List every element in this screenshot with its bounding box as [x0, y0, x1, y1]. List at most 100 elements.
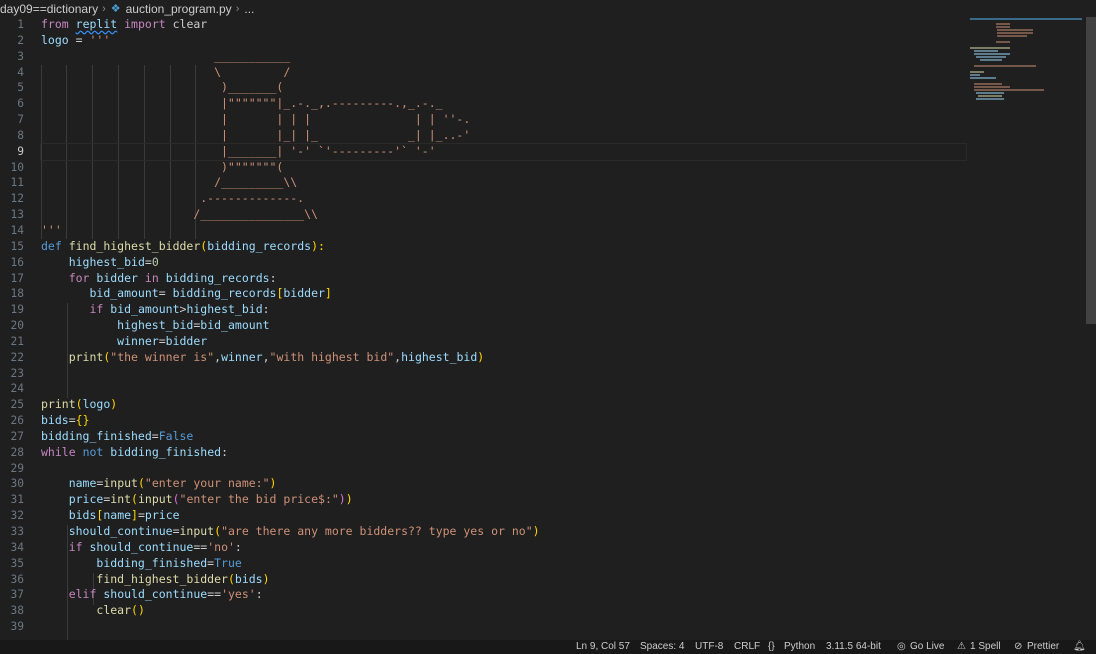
code-token: True [214, 555, 242, 570]
code-line[interactable]: logo = ''' [41, 33, 966, 49]
indentation-setting[interactable]: Spaces: 4 [640, 640, 684, 654]
code-line[interactable]: )_______( [41, 80, 966, 96]
warning-icon: ⚠ [957, 641, 966, 652]
minimap[interactable] [970, 17, 1082, 127]
notification-bell-icon[interactable]: 🔔︎ [1073, 640, 1086, 654]
code-line[interactable]: ''' [41, 223, 966, 239]
line-number: 19 [10, 303, 24, 317]
code-line[interactable]: .-------------. [41, 191, 966, 207]
python-interpreter[interactable]: 3.11.5 64-bit [826, 640, 881, 654]
code-line[interactable]: print(logo) [41, 397, 966, 413]
code-line[interactable]: winner=bidder [41, 334, 966, 350]
code-token: bidding_finished [41, 428, 152, 443]
code-line[interactable]: highest_bid=bid_amount [41, 318, 966, 334]
code-line[interactable]: bids[name]=price [41, 508, 966, 524]
eol-setting[interactable]: CRLF [734, 640, 760, 654]
status-bar: Ln 9, Col 57 Spaces: 4 UTF-8 CRLF {} Pyt… [0, 640, 1096, 654]
code-line[interactable]: /_________\\ [41, 175, 966, 191]
prettier-status[interactable]: Prettier [1027, 640, 1059, 654]
code-line[interactable] [41, 366, 966, 382]
code-token: | |_| |_ _| |_..-' [41, 127, 471, 142]
code-line[interactable]: price=int(input("enter the bid price$:")… [41, 492, 966, 508]
code-line[interactable]: name=input("enter your name:") [41, 476, 966, 492]
breadcrumb-folder[interactable]: day09==dictionary [0, 2, 98, 16]
breadcrumb-file[interactable]: auction_program.py [126, 2, 232, 16]
vertical-scrollbar[interactable] [1086, 17, 1096, 640]
line-number: 39 [10, 620, 24, 634]
code-token: = [68, 413, 76, 428]
code-line[interactable]: | |_| |_ _| |_..-' [41, 128, 966, 144]
code-token: bidding_records [207, 238, 312, 253]
code-token: | | | | | | ''-. [41, 112, 471, 127]
code-line[interactable]: elif should_continue=='yes': [41, 587, 966, 603]
code-token: : [234, 539, 242, 554]
code-token: == [207, 587, 222, 602]
code-line[interactable]: | | | | | | ''-. [41, 112, 966, 128]
code-line[interactable]: highest_bid=0 [41, 255, 966, 271]
line-number: 29 [10, 461, 24, 475]
line-number: 23 [10, 366, 24, 380]
spell-check-status[interactable]: 1 Spell [970, 640, 1001, 654]
code-token: int [110, 492, 132, 507]
code-line[interactable]: bids={} [41, 413, 966, 429]
prettier-icon: ⊘ [1014, 641, 1023, 652]
line-number: 7 [17, 113, 24, 127]
code-editor[interactable]: 1 2 3 4 5 6 7 8 9 10 11 12 13 14 15 16 17 18 19 20 21 22 23 24 2… [0, 17, 1086, 640]
line-number-gutter: 1 2 3 4 5 6 7 8 9 10 11 12 13 14 15 16 17 18 19 20 21 22 23 24 2… [0, 17, 24, 635]
code-line[interactable]: def find_highest_bidder(bidding_records)… [41, 239, 966, 255]
code-token: def [41, 238, 62, 253]
code-lines[interactable]: from replit import clear logo = ''' _____… [40, 17, 967, 635]
code-line[interactable]: /_______________\\ [41, 207, 966, 223]
code-token: input [137, 492, 173, 507]
code-token: "with highest bid" [269, 349, 395, 364]
code-line[interactable]: find_highest_bidder(bids) [41, 572, 966, 588]
code-token: "the winner is" [110, 349, 215, 364]
go-live-button[interactable]: Go Live [910, 640, 944, 654]
code-token: for [68, 270, 90, 285]
code-token: highest_bid [401, 349, 478, 364]
line-number: 22 [10, 350, 24, 364]
code-token: highest_bid [117, 318, 194, 333]
code-line[interactable]: \ / [41, 65, 966, 81]
code-line[interactable]: )"""""""( [41, 160, 966, 176]
code-line[interactable]: |"""""""|_.-._,.---------.,_.-._ [41, 96, 966, 112]
code-line[interactable] [41, 461, 966, 477]
code-token: : [269, 270, 277, 285]
code-line[interactable]: if should_continue=='no': [41, 540, 966, 556]
scrollbar-thumb[interactable] [1086, 17, 1096, 324]
code-token: = [158, 333, 166, 348]
code-token: name [103, 508, 132, 523]
code-token: name [68, 476, 97, 491]
code-line[interactable]: for bidder in bidding_records: [41, 271, 966, 287]
code-line[interactable]: clear() [41, 603, 966, 619]
code-line[interactable]: |_______| '-' `'---------'` '-' [40, 142, 967, 161]
line-number: 6 [17, 97, 24, 111]
code-line[interactable] [41, 619, 966, 635]
code-token: price [144, 508, 180, 523]
code-line[interactable] [41, 381, 966, 397]
code-line[interactable]: bid_amount= bidding_records[bidder] [41, 286, 966, 302]
code-line[interactable]: bidding_finished=False [41, 429, 966, 445]
code-line[interactable]: print("the winner is",winner,"with highe… [41, 350, 966, 366]
code-line[interactable]: while not bidding_finished: [41, 445, 966, 461]
code-token: bidding_records [172, 286, 277, 301]
code-token: bidding_records [165, 270, 270, 285]
language-mode[interactable]: Python [784, 640, 815, 654]
code-line[interactable]: if bid_amount>highest_bid: [41, 302, 966, 318]
code-line[interactable]: bidding_finished=True [41, 556, 966, 572]
code-token: = [68, 32, 90, 47]
code-line[interactable]: ___________ [41, 49, 966, 65]
encoding-setting[interactable]: UTF-8 [695, 640, 723, 654]
code-line[interactable]: from replit import clear [41, 17, 966, 33]
breadcrumb-symbol[interactable]: ... [244, 2, 254, 16]
code-line[interactable]: should_continue=input("are there any mor… [41, 524, 966, 540]
cursor-position[interactable]: Ln 9, Col 57 [576, 640, 630, 654]
code-token: clear [96, 603, 132, 618]
code-token: highest_bid [186, 302, 263, 317]
code-token: ) [477, 349, 485, 364]
